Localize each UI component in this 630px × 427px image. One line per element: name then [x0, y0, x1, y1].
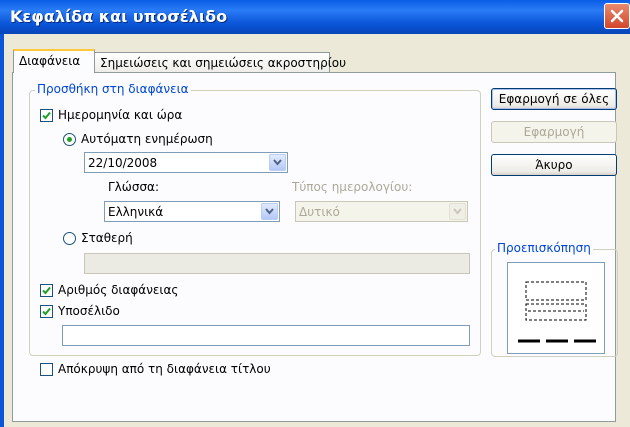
chevron-down-icon[interactable]: [269, 154, 286, 171]
auto-update-label: Αυτόματη ενημέρωση: [81, 132, 213, 146]
language-label: Γλώσσα:: [108, 180, 159, 194]
title-bar[interactable]: Κεφαλίδα και υποσέλιδο: [0, 0, 630, 34]
preview-thumbnail: [507, 262, 605, 354]
cancel-button[interactable]: Άκυρο: [491, 154, 617, 176]
apply-to-all-button[interactable]: Εφαρμογή σε όλες: [491, 88, 617, 110]
close-button[interactable]: [604, 3, 630, 29]
radio-selected-dot: [67, 137, 72, 142]
language-value: Ελληνικά: [108, 205, 164, 219]
calendar-type-value: Δυτικό: [299, 205, 340, 219]
footer-checkbox[interactable]: [40, 305, 53, 318]
include-on-slide-label: Προσθήκη στη διαφάνεια: [35, 82, 191, 96]
dont-show-title-checkbox[interactable]: [40, 363, 53, 376]
apply-button: Εφαρμογή: [491, 121, 617, 143]
tab-slide-label: Διαφάνεια: [19, 54, 81, 68]
auto-update-radio[interactable]: [63, 133, 76, 146]
fixed-label: Σταθερή: [81, 231, 133, 245]
tab-notes-handouts-label: Σημειώσεις και σημειώσεις ακροστηρίου: [100, 56, 347, 70]
language-select[interactable]: Ελληνικά: [104, 201, 280, 222]
footer-input[interactable]: [62, 325, 470, 346]
window-border: [0, 34, 4, 427]
tab-notes-handouts[interactable]: Σημειώσεις και σημειώσεις ακροστηρίου: [94, 52, 346, 74]
date-time-label: Ημερομηνία και ώρα: [58, 108, 183, 122]
date-format-select[interactable]: 22/10/2008: [84, 152, 288, 173]
fixed-radio[interactable]: [63, 232, 76, 245]
dialog-window: Κεφαλίδα και υποσέλιδο Διαφάνεια Σημειώσ…: [0, 0, 630, 427]
chevron-down-icon: [449, 203, 466, 220]
fixed-date-input: [84, 253, 470, 274]
slide-number-checkbox[interactable]: [40, 284, 53, 297]
date-time-checkbox[interactable]: [40, 109, 53, 122]
dont-show-title-label: Απόκρυψη από τη διαφάνεια τίτλου: [58, 362, 271, 376]
window-title: Κεφαλίδα και υποσέλιδο: [10, 7, 228, 26]
preview-layout-graphic: [518, 281, 596, 343]
chevron-down-icon[interactable]: [261, 203, 278, 220]
calendar-type-select: Δυτικό: [295, 201, 468, 222]
slide-number-label: Αριθμός διαφάνειας: [58, 283, 179, 297]
tab-slide[interactable]: Διαφάνεια: [13, 49, 95, 73]
calendar-type-label: Τύπος ημερολογίου:: [292, 180, 413, 194]
footer-label: Υποσέλιδο: [58, 304, 120, 318]
preview-label: Προεπισκόπηση: [495, 241, 593, 255]
date-format-value: 22/10/2008: [88, 156, 158, 170]
